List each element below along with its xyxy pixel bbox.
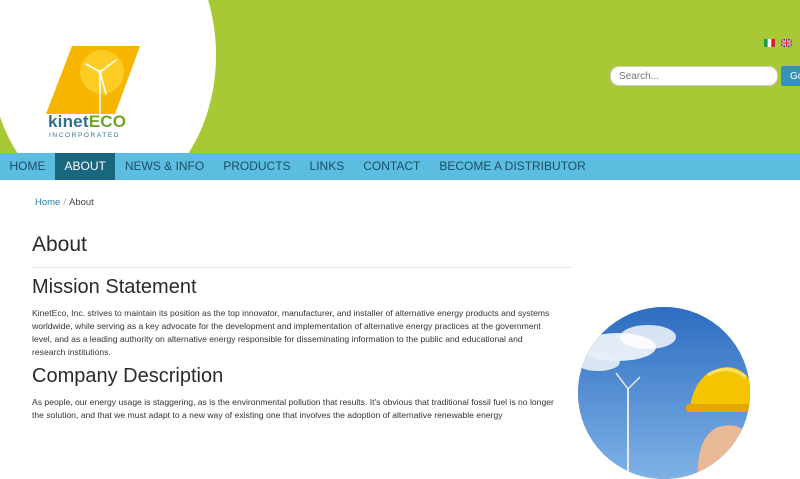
nav-item-home[interactable]: HOME xyxy=(0,153,55,180)
worker-photo xyxy=(578,307,750,479)
site-header: kinetECO INCORPORATED Go! xyxy=(0,0,800,153)
nav-item-news-info[interactable]: NEWS & INFO xyxy=(115,153,213,180)
nav-item-about[interactable]: ABOUT xyxy=(55,153,116,180)
company-paragraph: As people, our energy usage is staggerin… xyxy=(32,397,554,420)
logo-name-eco: ECO xyxy=(88,112,127,131)
mission-paragraph: KinetEco, Inc. strives to maintain its p… xyxy=(32,308,550,357)
logo-name-kinet: kinet xyxy=(48,112,89,131)
nav-item-products[interactable]: PRODUCTS xyxy=(214,153,300,180)
nav-item-become-distributor[interactable]: BECOME A DISTRIBUTOR xyxy=(430,153,595,180)
italy-flag-icon[interactable] xyxy=(764,39,775,47)
breadcrumb: Home / About xyxy=(35,197,94,208)
nav-item-contact[interactable]: CONTACT xyxy=(354,153,430,180)
breadcrumb-current: About xyxy=(68,197,94,208)
breadcrumb-separator: / xyxy=(63,197,66,208)
search-input[interactable] xyxy=(610,66,778,86)
search-button[interactable]: Go! xyxy=(781,66,800,86)
company-heading: Company Description xyxy=(32,365,224,387)
title-divider xyxy=(32,267,572,268)
logo-tagline: INCORPORATED xyxy=(49,132,121,139)
main-nav: HOME ABOUT NEWS & INFO PRODUCTS LINKS CO… xyxy=(0,153,800,180)
language-switcher xyxy=(764,39,792,47)
uk-flag-icon[interactable] xyxy=(781,39,792,47)
search-form: Go! xyxy=(610,66,800,86)
breadcrumb-home-link[interactable]: Home xyxy=(35,197,60,208)
nav-item-links[interactable]: LINKS xyxy=(300,153,354,180)
mission-heading: Mission Statement xyxy=(32,276,197,298)
logo-wordmark: kinetECO xyxy=(48,112,126,132)
page-title: About xyxy=(32,233,87,256)
